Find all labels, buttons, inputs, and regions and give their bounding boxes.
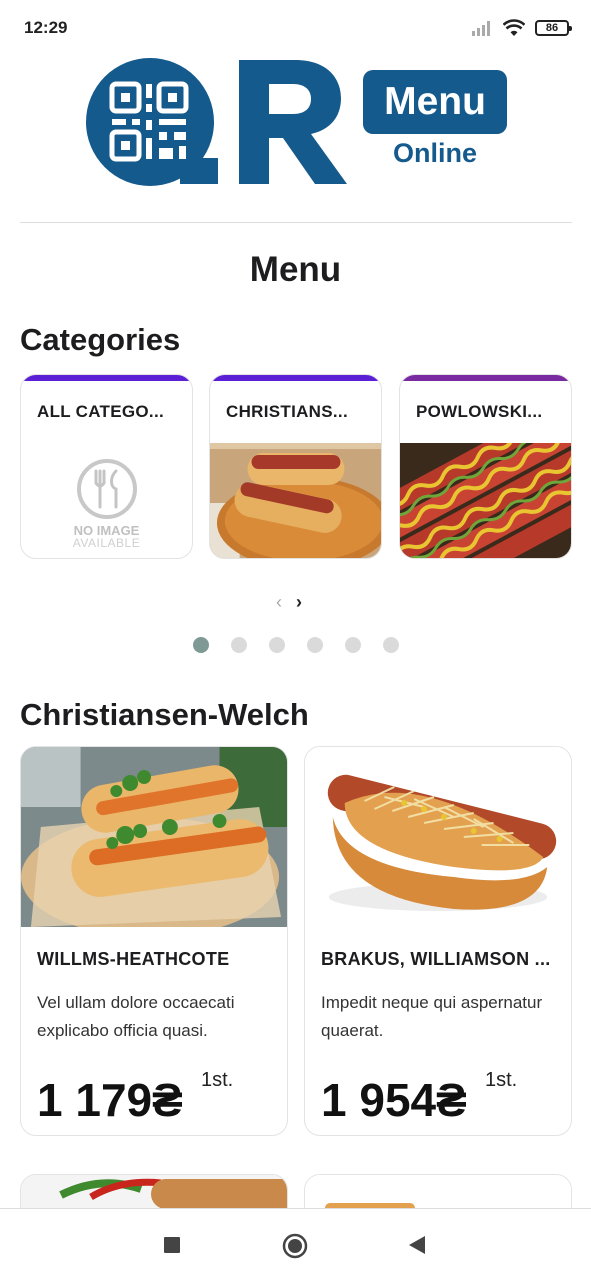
page-title: Menu <box>249 250 342 289</box>
product-description: Impedit neque qui aspernatur quaerat. <box>321 993 543 1040</box>
category-label: CHRISTIANS... <box>226 402 348 421</box>
section-title: Christiansen-Welch <box>20 697 309 732</box>
cutlery-icon <box>76 459 137 519</box>
category-label: ALL CATEGO... <box>37 402 164 421</box>
category-card-all[interactable]: ALL CATEGO... NO IMAGE AVAILABLE <box>20 374 193 559</box>
battery-level: 86 <box>545 22 559 34</box>
wifi-icon <box>503 19 525 36</box>
product-price: 1 954₴ <box>321 1074 467 1126</box>
hot-dog-bacon-image <box>210 443 381 558</box>
carousel-dot-2[interactable] <box>231 637 247 653</box>
product-unit: 1st. <box>201 1069 234 1091</box>
product-card[interactable]: BRAKUS, WILLIAMSON ... Impedit neque qui… <box>304 746 572 1136</box>
carousel-pagination <box>193 637 399 653</box>
back-button[interactable] <box>408 1235 426 1255</box>
header-divider <box>20 222 572 223</box>
hot-dog-cheese-image <box>305 747 571 927</box>
available-text: AVAILABLE <box>72 536 141 550</box>
product-name: BRAKUS, WILLIAMSON ... <box>321 949 551 969</box>
category-carousel-arrows: ‹ › <box>276 592 302 613</box>
no-image-placeholder: NO IMAGE AVAILABLE <box>21 443 192 558</box>
product-unit: 1st. <box>485 1069 518 1091</box>
product-description: Vel ullam dolore occaecati explicabo off… <box>37 993 235 1040</box>
categories-title: Categories <box>20 322 181 357</box>
category-card-powlowski[interactable]: POWLOWSKI... <box>399 374 572 559</box>
recent-apps-button[interactable] <box>164 1237 180 1253</box>
logo-q-qr-icon <box>86 58 218 186</box>
status-time: 12:29 <box>24 18 68 37</box>
logo-r-letter <box>239 60 347 184</box>
logo-menu-badge: Menu <box>363 70 507 134</box>
category-card-christiansen[interactable]: CHRISTIANS... <box>209 374 382 559</box>
carousel-dot-6[interactable] <box>383 637 399 653</box>
hot-dogs-mustard-image <box>400 443 571 558</box>
category-accent-bar <box>21 375 192 381</box>
carousel-prev-button[interactable]: ‹ <box>276 592 282 613</box>
status-bar: 12:29 86 <box>0 0 591 56</box>
carousel-next-button[interactable]: › <box>296 592 302 613</box>
category-label: POWLOWSKI... <box>416 402 543 421</box>
product-name: WILLMS-HEATHCOTE <box>37 949 230 969</box>
logo-online-text: Online <box>392 138 477 168</box>
hot-dog-carrot-image <box>21 747 287 927</box>
battery-icon: 86 <box>535 20 572 36</box>
category-accent-bar <box>400 375 571 381</box>
qr-menu-logo: Menu Online <box>84 58 508 188</box>
carousel-dot-1[interactable] <box>193 637 209 653</box>
carousel-dot-4[interactable] <box>307 637 323 653</box>
category-accent-bar <box>210 375 381 381</box>
home-button[interactable] <box>282 1233 308 1259</box>
status-icons: 86 <box>471 18 572 38</box>
signal-icon <box>472 21 490 36</box>
product-price: 1 179₴ <box>37 1074 183 1126</box>
carousel-dot-3[interactable] <box>269 637 285 653</box>
product-card[interactable]: WILLMS-HEATHCOTE Vel ullam dolore occaec… <box>20 746 288 1136</box>
carousel-dot-5[interactable] <box>345 637 361 653</box>
system-navigation-bar <box>0 1208 591 1280</box>
